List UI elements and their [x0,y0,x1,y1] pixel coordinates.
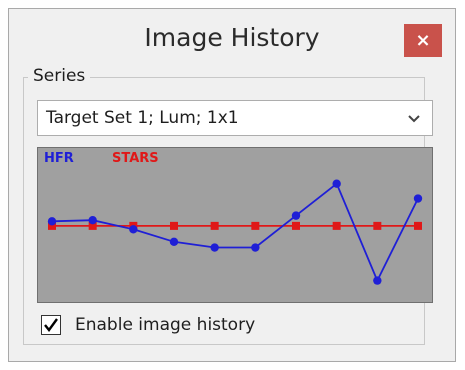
close-button[interactable]: × [404,24,442,57]
hfr-point-4 [169,237,179,247]
legend-hfr: HFR [44,151,74,166]
chart-plot-area [47,179,423,285]
series-selected-value: Target Set 1; Lum; 1x1 [46,108,239,128]
hfr-point-2 [88,215,97,225]
hfr-point-8 [332,179,341,188]
hfr-point-1 [47,217,57,226]
stars-point-10 [414,221,422,230]
hfr-point-5 [210,243,219,252]
stars-point-5 [210,221,219,230]
enable-history-checkbox[interactable] [41,315,61,335]
series-dropdown[interactable]: Target Set 1; Lum; 1x1 [37,100,433,136]
close-icon: × [415,30,431,51]
stars-point-7 [292,221,300,230]
checkmark-icon [44,318,58,332]
hfr-series-line [51,182,419,283]
stars-point-4 [170,221,178,230]
stars-point-8 [332,221,341,230]
hfr-point-9 [373,276,382,285]
enable-history-label: Enable image history [75,315,256,335]
series-group-label: Series [28,66,91,86]
stars-point-6 [251,221,260,230]
title-bar[interactable]: Image History × [9,9,455,67]
stars-point-9 [373,221,382,230]
history-chart: HFR STARS [37,147,433,303]
chevron-down-icon [408,115,420,123]
enable-history-option[interactable]: Enable image history [41,313,255,337]
legend-stars: STARS [112,151,159,166]
hfr-point-10 [413,194,423,203]
hfr-point-7 [291,211,301,220]
hfr-point-3 [129,225,138,234]
hfr-point-6 [251,243,260,252]
window-title: Image History [144,23,320,52]
